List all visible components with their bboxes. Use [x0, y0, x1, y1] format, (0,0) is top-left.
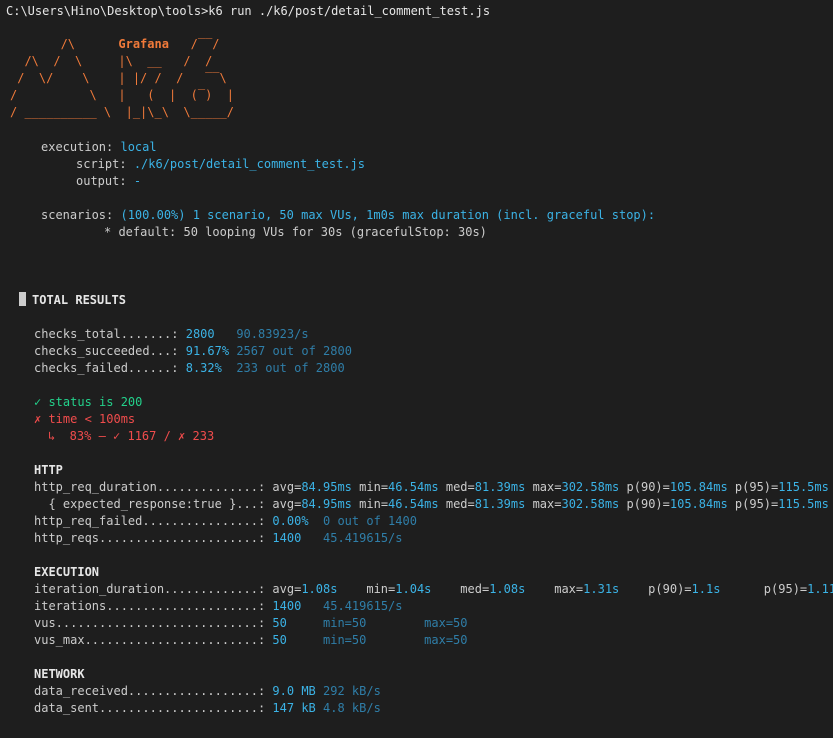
data-received-row: data_received..................: 9.0 MB …: [34, 684, 381, 698]
checks-succeeded-row: checks_succeeded...: 91.67% 2567 out of …: [34, 344, 352, 358]
http-req-duration-row: http_req_duration..............: avg=84.…: [34, 480, 829, 494]
stat-key: avg=: [272, 480, 302, 494]
stat-value: 84.95ms: [301, 497, 352, 511]
stat-value: 115.5ms: [778, 480, 829, 494]
stat-key: med=: [445, 480, 475, 494]
http-req-failed-row: http_req_failed................: 0.00% 0…: [34, 514, 417, 528]
script-label: script:: [76, 157, 127, 171]
script-row: script: ./k6/post/detail_comment_test.js: [76, 156, 365, 173]
http-stats: avg=84.95ms min=46.54ms med=81.39ms max=…: [272, 480, 828, 494]
execution-heading: EXECUTION: [34, 565, 100, 579]
stat-value: 1.31s: [583, 582, 620, 596]
stat-key: avg=: [272, 497, 302, 511]
stat-key: min=: [366, 582, 396, 596]
stat-value: 115.5ms: [778, 497, 829, 511]
total-results-heading: TOTAL RESULTS: [19, 292, 126, 309]
iteration-stats: avg=1.08s min=1.04s med=1.08s max=1.31s …: [272, 582, 833, 596]
scenarios-summary: (100.00%) 1 scenario, 50 max VUs, 1m0s m…: [120, 208, 656, 222]
stat-value: 105.84ms: [669, 497, 728, 511]
stat-value: 84.95ms: [301, 480, 352, 494]
terminal-window[interactable]: C:\Users\Hino\Desktop\tools>k6 run ./k6/…: [0, 0, 833, 738]
check-fail: ✗ time < 100ms: [34, 412, 136, 426]
scenarios-label: scenarios:: [41, 208, 114, 222]
output-row: output: -: [76, 173, 141, 190]
script-value: ./k6/post/detail_comment_test.js: [133, 157, 365, 171]
stat-value: 105.84ms: [669, 480, 728, 494]
stat-value: 1.08s: [301, 582, 338, 596]
grafana-brand: Grafana: [118, 37, 169, 51]
checks-total-row: checks_total.......: 2800 90.83923/s: [34, 327, 309, 341]
stat-value: 81.39ms: [474, 497, 526, 511]
network-heading: NETWORK: [34, 667, 85, 681]
execution-label: execution:: [41, 140, 114, 154]
stat-value: 46.54ms: [388, 497, 439, 511]
checks-failed-row: checks_failed......: 8.32% 233 out of 28…: [34, 361, 345, 375]
iteration-duration-row: iteration_duration.............: avg=1.0…: [34, 581, 833, 598]
stat-key: p(95)=: [734, 497, 779, 511]
stat-value: 1.1s: [691, 582, 721, 596]
stat-key: min=: [359, 480, 389, 494]
data-sent-row: data_sent......................: 147 kB …: [34, 701, 381, 715]
check-pass: ✓ status is 200: [34, 395, 143, 409]
stat-key: p(95)=: [763, 582, 808, 596]
output-value: -: [133, 174, 142, 188]
vus-row: vus............................: 50 min=…: [34, 616, 468, 630]
section-bar-icon: [19, 292, 26, 306]
vus-max-row: vus_max........................: 50 min=…: [34, 633, 468, 647]
stat-value: 1.04s: [395, 582, 432, 596]
stat-key: med=: [445, 497, 475, 511]
stat-key: min=: [359, 497, 389, 511]
stat-key: p(90)=: [648, 582, 692, 596]
http-stats: avg=84.95ms min=46.54ms med=81.39ms max=…: [272, 497, 828, 511]
stat-value: 302.58ms: [561, 480, 620, 494]
execution-value: local: [120, 140, 157, 154]
stat-key: med=: [460, 582, 490, 596]
stat-key: max=: [554, 582, 584, 596]
http-req-duration-expected-row: { expected_response:true }...: avg=84.95…: [34, 497, 829, 511]
stat-value: 302.58ms: [561, 497, 620, 511]
output-label: output:: [76, 174, 127, 188]
stat-key: p(95)=: [734, 480, 779, 494]
stat-key: p(90)=: [626, 480, 670, 494]
iterations-row: iterations.....................: 1400 45…: [34, 599, 403, 613]
stat-value: 1.08s: [489, 582, 526, 596]
stat-value: 46.54ms: [388, 480, 439, 494]
command-line: C:\Users\Hino\Desktop\tools>k6 run ./k6/…: [6, 4, 491, 18]
check-fail-detail: ↳ 83% — ✓ 1167 / ✗ 233: [48, 429, 215, 443]
stat-key: max=: [532, 497, 562, 511]
scenario-default: * default: 50 looping VUs for 30s (grace…: [104, 225, 487, 239]
stat-value: 1.11s: [807, 582, 833, 596]
stat-value: 81.39ms: [474, 480, 526, 494]
http-reqs-row: http_reqs......................: 1400 45…: [34, 531, 403, 545]
stat-key: max=: [532, 480, 562, 494]
stat-key: avg=: [272, 582, 302, 596]
k6-logo: /\ Grafana /‾‾/ /\ / \ |\ __ / / / \/ \ …: [10, 37, 234, 119]
scenarios-row: scenarios: (100.00%) 1 scenario, 50 max …: [41, 207, 655, 224]
stat-key: p(90)=: [626, 497, 670, 511]
http-heading: HTTP: [34, 463, 63, 477]
execution-row: execution: local: [41, 139, 157, 156]
